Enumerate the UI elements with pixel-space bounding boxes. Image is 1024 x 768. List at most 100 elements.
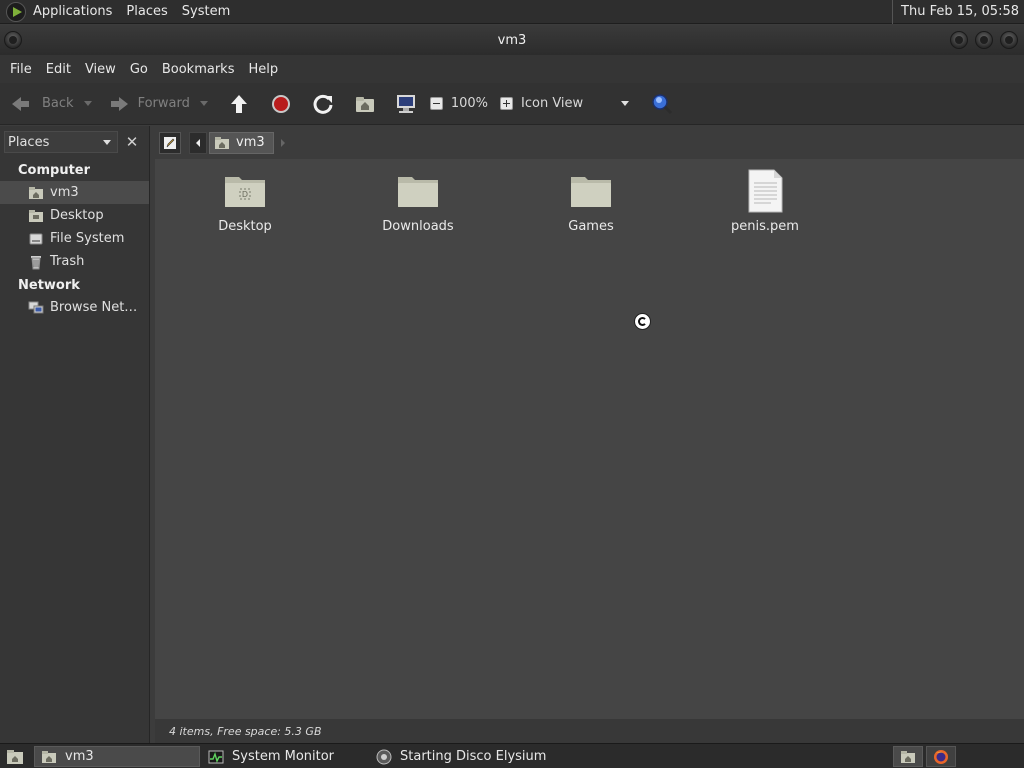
file-name: Desktop <box>218 219 272 234</box>
top-panel: Applications Places System Thu Feb 15, 0… <box>0 0 1024 24</box>
bottom-panel: vm3 System Monitor Starting Disco Elysiu… <box>0 743 1024 768</box>
maximize-button[interactable] <box>975 31 993 49</box>
file-name: Downloads <box>382 219 454 234</box>
menu-help[interactable]: Help <box>241 62 285 77</box>
distro-logo-icon[interactable] <box>6 1 26 22</box>
sidebar-item-browse-network[interactable]: Browse Net… <box>0 296 149 319</box>
menu-go[interactable]: Go <box>123 62 155 77</box>
back-history-dropdown[interactable] <box>83 101 92 106</box>
back-label: Back <box>42 96 74 111</box>
sidebar-item-vm3[interactable]: vm3 <box>0 181 149 204</box>
show-desktop-button[interactable] <box>0 746 30 767</box>
toggle-location-entry-button[interactable] <box>159 131 181 154</box>
chevron-left-icon <box>196 138 200 147</box>
search-icon <box>652 93 673 114</box>
zoom-level: 100% <box>450 96 489 111</box>
file-name: Games <box>568 219 614 234</box>
panel-clock[interactable]: Thu Feb 15, 05:58 <box>892 0 1024 24</box>
back-arrow-icon <box>12 96 29 111</box>
forward-history-dropdown[interactable] <box>199 101 208 106</box>
show-desktop-icon <box>7 749 23 764</box>
view-mode-dropdown[interactable] <box>621 101 630 106</box>
menu-edit[interactable]: Edit <box>39 62 78 77</box>
folder-icon <box>571 177 611 207</box>
applications-menu[interactable]: Applications <box>26 0 119 24</box>
task-vm3[interactable]: vm3 <box>34 746 200 767</box>
home-folder-icon <box>901 750 915 763</box>
toolbar: Back Forward 100% Icon View <box>0 83 1024 125</box>
reload-icon <box>313 94 333 114</box>
path-scroll-right-button[interactable] <box>276 132 290 154</box>
computer-button[interactable] <box>390 89 422 119</box>
back-button[interactable]: Back <box>0 89 78 119</box>
system-menu[interactable]: System <box>175 0 237 24</box>
icon-view[interactable]: D Desktop Downloads Games penis.pem <box>155 159 1024 719</box>
zoom-in-icon <box>500 97 514 110</box>
up-button[interactable] <box>224 89 254 119</box>
sidebar-item-trash[interactable]: Trash <box>0 250 149 273</box>
side-pane-type-combo[interactable]: Places <box>4 131 118 153</box>
breadcrumb-label: vm3 <box>236 135 265 150</box>
file-item-downloads[interactable]: Downloads <box>353 167 483 234</box>
task-system-monitor[interactable]: System Monitor <box>202 746 368 767</box>
busy-cursor-icon <box>634 313 651 330</box>
sidebar-item-label: vm3 <box>50 185 79 200</box>
task-label: vm3 <box>65 749 94 764</box>
zoom-in-button[interactable]: Icon View <box>496 89 587 119</box>
edit-pencil-icon <box>164 136 176 149</box>
menu-file[interactable]: File <box>3 62 39 77</box>
side-pane: Places ✕ Computer vm3 Desktop File Syste… <box>0 126 150 743</box>
drive-icon <box>29 233 43 244</box>
sidebar-item-label: Trash <box>50 254 85 269</box>
menu-bookmarks[interactable]: Bookmarks <box>155 62 242 77</box>
file-name: penis.pem <box>731 219 799 234</box>
chevron-down-icon <box>103 139 111 145</box>
home-folder-icon <box>42 750 56 763</box>
menu-view[interactable]: View <box>78 62 123 77</box>
window-titlebar[interactable]: vm3 <box>0 25 1024 55</box>
home-button[interactable] <box>350 89 380 119</box>
text-file-icon <box>748 169 783 213</box>
stop-button[interactable] <box>266 89 296 119</box>
stop-icon <box>271 94 290 113</box>
system-monitor-icon <box>208 750 224 763</box>
task-disco-elysium[interactable]: Starting Disco Elysium <box>370 746 570 767</box>
forward-arrow-icon <box>110 96 128 111</box>
sidebar-item-label: Browse Net… <box>50 300 138 315</box>
forward-button[interactable]: Forward <box>102 89 194 119</box>
sidebar-item-file-system[interactable]: File System <box>0 227 149 250</box>
task-label: System Monitor <box>232 749 335 764</box>
side-pane-type-label: Places <box>8 134 50 150</box>
desktop-folder-icon <box>29 209 43 222</box>
zoom-out-button[interactable]: 100% <box>426 89 492 119</box>
reload-button[interactable] <box>308 89 338 119</box>
close-button[interactable] <box>1000 31 1018 49</box>
close-icon[interactable]: ✕ <box>122 131 142 153</box>
breadcrumb-vm3[interactable]: vm3 <box>209 131 274 154</box>
workspace-1-button[interactable] <box>893 746 923 767</box>
view-mode-label: Icon View <box>521 96 584 111</box>
folder-icon <box>398 177 438 207</box>
section-network: Network <box>18 278 80 293</box>
file-item-penis-pem[interactable]: penis.pem <box>700 167 830 234</box>
workspace-2-button[interactable] <box>926 746 956 767</box>
file-item-desktop[interactable]: D Desktop <box>180 167 310 234</box>
zoom-out-icon <box>429 97 443 110</box>
file-item-games[interactable]: Games <box>526 167 656 234</box>
game-launcher-icon <box>376 749 392 764</box>
minimize-button[interactable] <box>950 31 968 49</box>
sidebar-item-desktop[interactable]: Desktop <box>0 204 149 227</box>
task-label: Starting Disco Elysium <box>400 749 547 764</box>
desktop-folder-icon: D <box>225 177 265 207</box>
up-arrow-icon <box>230 94 247 113</box>
places-menu[interactable]: Places <box>119 0 174 24</box>
menubar: File Edit View Go Bookmarks Help <box>0 55 1024 83</box>
section-computer: Computer <box>18 163 91 178</box>
path-scroll-left-button[interactable] <box>189 131 207 154</box>
sidebar-item-label: Desktop <box>50 208 104 223</box>
chevron-right-icon <box>280 138 285 147</box>
window-menu-button[interactable] <box>4 31 22 49</box>
firefox-icon <box>934 749 948 764</box>
home-folder-icon <box>215 136 229 149</box>
search-button[interactable] <box>647 89 677 119</box>
